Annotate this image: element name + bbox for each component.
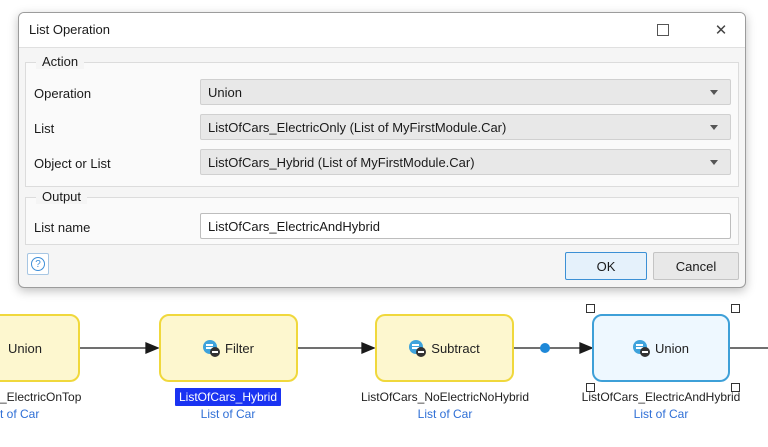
list-operation-dialog: List Operation ✕ Action Operation Union … [18, 12, 746, 288]
chevron-down-icon [710, 90, 718, 95]
object-or-list-dropdown[interactable]: ListOfCars_Hybrid (List of MyFirstModule… [200, 149, 731, 175]
operation-dropdown[interactable]: Union [200, 79, 731, 105]
node-label: Union [8, 340, 42, 356]
output-variable-name[interactable]: ListOfCars_Hybrid [174, 388, 282, 406]
list-label: List [34, 121, 55, 136]
dialog-title: List Operation [29, 22, 110, 37]
flow-connector-dot [540, 343, 550, 353]
chevron-down-icon [710, 160, 718, 165]
node-label: Union [655, 340, 689, 356]
activity-union-selected[interactable]: Union [592, 314, 730, 382]
activity-union-1[interactable]: Union [0, 314, 80, 382]
action-group: Action Operation Union List ListOfCars_E… [25, 54, 739, 187]
flow-arrow-1 [145, 342, 160, 354]
node-caption-4: ListOfCars_ElectricAndHybrid List of Car [566, 388, 756, 422]
output-variable-type: List of Car [200, 407, 256, 421]
output-variable-name: _ElectricOnTop [0, 390, 82, 404]
node-label: Filter [225, 340, 254, 356]
help-button[interactable]: ? [27, 253, 49, 275]
list-name-label: List name [34, 220, 91, 235]
activity-filter[interactable]: Filter [159, 314, 298, 382]
dialog-footer: ? OK Cancel [19, 249, 745, 287]
list-name-row: List name ListOfCars_ElectricAndHybrid [26, 213, 738, 241]
selection-handle-top-left[interactable] [586, 304, 595, 313]
operation-label: Operation [34, 86, 92, 101]
dialog-titlebar[interactable]: List Operation ✕ [19, 13, 745, 48]
list-operation-icon [633, 340, 651, 357]
node-caption-3: ListOfCars_NoElectricNoHybrid List of Ca… [345, 388, 545, 422]
chevron-down-icon [710, 125, 718, 130]
output-variable-type: List of Car [417, 407, 473, 421]
flow-arrow-2 [361, 342, 376, 354]
object-or-list-label: Object or List [34, 156, 111, 171]
node-caption-1: _ElectricOnTop t of Car [0, 388, 81, 422]
selection-handle-top-right[interactable] [731, 304, 740, 313]
output-variable-type: t of Car [0, 407, 40, 421]
close-button[interactable]: ✕ [703, 13, 739, 47]
output-variable-name: ListOfCars_NoElectricNoHybrid [360, 390, 530, 404]
close-icon: ✕ [714, 22, 728, 39]
list-operation-icon [203, 340, 221, 357]
list-row: List ListOfCars_ElectricOnly (List of My… [26, 114, 738, 142]
flow-arrow-3 [579, 342, 594, 354]
help-icon: ? [31, 257, 45, 271]
operation-value: Union [208, 85, 242, 100]
ok-button[interactable]: OK [565, 252, 647, 280]
operation-row: Operation Union [26, 79, 738, 107]
list-name-input[interactable]: ListOfCars_ElectricAndHybrid [200, 213, 731, 239]
list-value: ListOfCars_ElectricOnly (List of MyFirst… [208, 120, 507, 135]
node-label: Subtract [431, 340, 480, 356]
object-or-list-value: ListOfCars_Hybrid (List of MyFirstModule… [208, 155, 475, 170]
output-group: Output List name ListOfCars_ElectricAndH… [25, 189, 739, 245]
list-dropdown[interactable]: ListOfCars_ElectricOnly (List of MyFirst… [200, 114, 731, 140]
activity-subtract[interactable]: Subtract [375, 314, 514, 382]
object-or-list-row: Object or List ListOfCars_Hybrid (List o… [26, 149, 738, 177]
output-variable-name: ListOfCars_ElectricAndHybrid [581, 390, 741, 404]
output-variable-type: List of Car [633, 407, 689, 421]
node-caption-2: ListOfCars_Hybrid List of Car [168, 388, 288, 422]
cancel-button[interactable]: Cancel [653, 252, 739, 280]
maximize-button[interactable] [645, 13, 681, 47]
action-legend: Action [36, 54, 85, 69]
list-operation-icon [409, 340, 427, 357]
maximize-icon [657, 24, 669, 36]
output-legend: Output [36, 189, 88, 204]
list-name-value: ListOfCars_ElectricAndHybrid [208, 219, 380, 234]
